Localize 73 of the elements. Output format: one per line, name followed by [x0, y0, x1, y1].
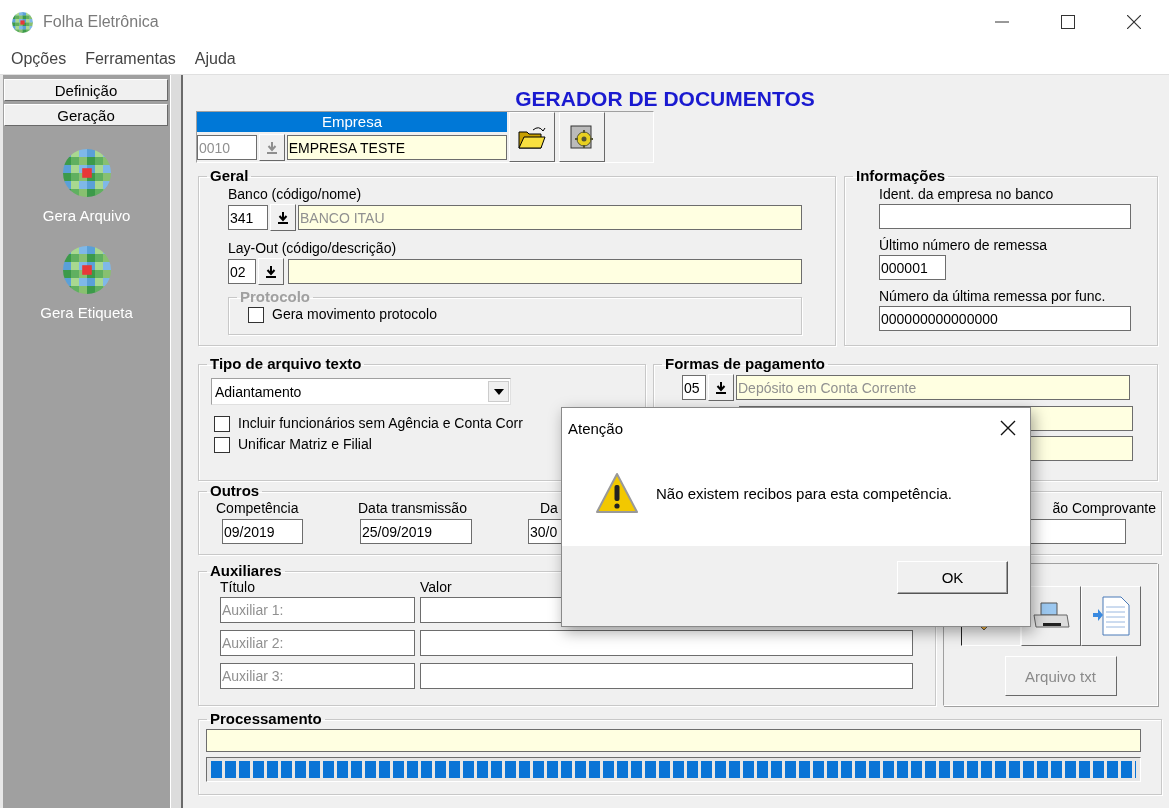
down-arrow-icon [266, 141, 277, 154]
down-arrow-icon [716, 381, 726, 394]
folder-icon [517, 124, 547, 150]
warning-icon [595, 472, 639, 514]
window-title: Folha Eletrônica [43, 13, 160, 31]
maximize-icon[interactable] [1061, 15, 1075, 29]
close-icon[interactable] [1000, 420, 1016, 436]
group-title: Protocolo [239, 289, 311, 305]
splitter[interactable] [170, 75, 183, 808]
sidebar-tab[interactable]: Definição [4, 79, 168, 101]
printer-icon [1030, 601, 1071, 631]
group-title: Tipo de arquivo texto [209, 356, 363, 372]
checkbox[interactable] [214, 415, 230, 432]
sidebar-tab[interactable]: Geração [4, 104, 168, 126]
mosaic-circle-icon[interactable] [62, 246, 111, 294]
dropdown[interactable]: Adiantamento [211, 378, 511, 405]
text-field[interactable]: 25/09/2019 [360, 519, 472, 544]
field-label: Ident. da empresa no banco [879, 186, 1055, 203]
group-title: Informações [855, 168, 947, 184]
menu-item[interactable]: Ajuda [187, 50, 243, 68]
text-field[interactable] [288, 259, 802, 284]
text-field[interactable] [420, 663, 913, 689]
section-header: Empresa [197, 112, 507, 132]
down-arrow-icon [278, 211, 288, 224]
document-icon [1090, 595, 1131, 637]
dialog-message: Não existem recibos para esta competência. [656, 484, 952, 502]
field-label: Número da última remessa por func. [879, 288, 1107, 305]
text-field[interactable]: 05 [682, 375, 706, 400]
group-title: Formas de pagamento [664, 356, 827, 372]
checkbox-label: Gera movimento protocolo [272, 306, 437, 323]
text-field[interactable]: 000001 [879, 255, 946, 280]
group-title: Outros [209, 483, 261, 499]
text-field[interactable]: 09/2019 [222, 519, 303, 544]
checkbox-label: Unificar Matriz e Filial [238, 436, 372, 453]
text-field[interactable]: EMPRESA TESTE [286, 135, 507, 160]
gear-icon [569, 124, 595, 150]
text-field[interactable] [1028, 519, 1126, 544]
menu-item[interactable]: Ferramentas [78, 50, 183, 68]
field-label: Último número de remessa [879, 237, 1049, 254]
ok-button[interactable]: OK [897, 561, 1008, 594]
dialog-title: Atenção [568, 419, 624, 437]
text-field[interactable] [420, 630, 913, 656]
export-button[interactable] [1080, 586, 1141, 646]
mosaic-circle-icon[interactable] [62, 149, 111, 197]
field-label: Banco (código/nome) [228, 186, 362, 202]
text-field[interactable]: 02 [228, 259, 256, 284]
checkbox[interactable] [214, 436, 230, 453]
text-field[interactable]: 000000000000000 [879, 306, 1131, 331]
close-icon[interactable] [1127, 15, 1141, 29]
lookup-button[interactable] [258, 258, 284, 285]
open-button[interactable] [509, 112, 555, 162]
group-title: Processamento [209, 711, 323, 727]
process-button[interactable] [559, 112, 605, 162]
field-label: Da [540, 500, 559, 517]
checkbox-label: Incluir funcionários sem Agência e Conta Corr [238, 415, 523, 432]
text-field[interactable]: 341 [228, 205, 268, 230]
group-title: Auxiliares [209, 563, 283, 579]
column-header: Valor [420, 579, 453, 596]
column-header: Título [220, 579, 256, 596]
text-field[interactable] [206, 729, 1141, 752]
field-label: ão Comprovante [1052, 500, 1156, 517]
text-field[interactable] [879, 204, 1131, 229]
page-title: GERADOR DE DOCUMENTOS [515, 87, 815, 111]
down-arrow-icon [266, 265, 276, 278]
field-label: Data transmissão [358, 500, 468, 517]
field-label: Competência [216, 500, 300, 517]
menu-item[interactable]: Opções [4, 50, 74, 68]
field-label: Lay-Out (código/descrição) [228, 240, 398, 257]
lookup-button[interactable] [708, 374, 734, 401]
group-title: Geral [209, 168, 250, 184]
dropdown-arrow-icon[interactable] [493, 388, 504, 395]
mosaic-circle-icon [12, 11, 33, 33]
lookup-button[interactable] [270, 204, 296, 231]
